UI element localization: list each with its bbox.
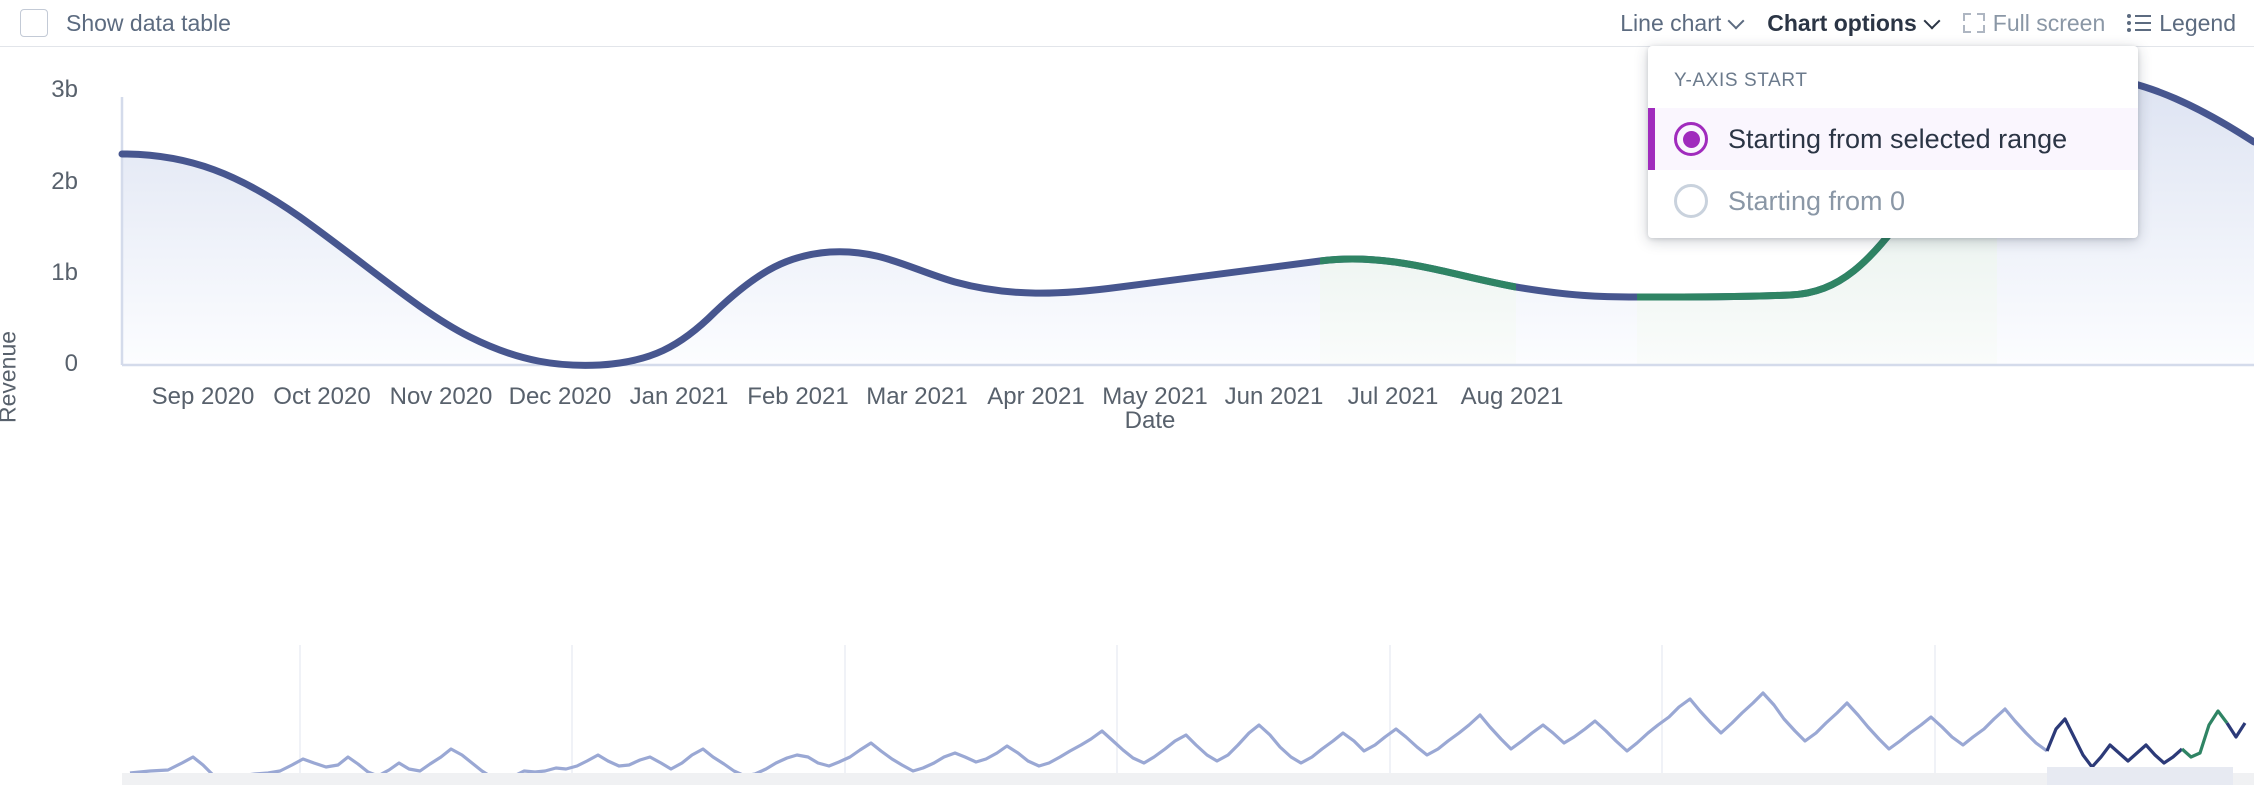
dropdown-title: Y-AXIS START (1648, 46, 2138, 108)
x-tick: Jun 2021 (1225, 383, 1324, 411)
full-screen-icon (1963, 12, 1985, 34)
chevron-down-icon (1729, 15, 1745, 31)
y-axis-ticks: 3b 2b 1b 0 (30, 47, 78, 647)
option-starting-from-zero[interactable]: Starting from 0 (1648, 170, 2138, 232)
x-tick: Apr 2021 (987, 383, 1084, 411)
y-tick: 2b (51, 168, 78, 196)
radio-icon (1674, 122, 1708, 156)
x-tick: Oct 2020 (273, 383, 370, 411)
x-tick: Jul 2021 (1348, 383, 1439, 411)
minimap-selection-highlight (2047, 767, 2233, 785)
full-screen-label: Full screen (1993, 10, 2105, 37)
full-screen-button[interactable]: Full screen (1963, 10, 2105, 37)
x-tick: Feb 2021 (747, 383, 848, 411)
minimap-selected-green (2182, 711, 2227, 757)
chart-toolbar: Show data table Line chart Chart options… (0, 0, 2254, 47)
x-tick: Aug 2021 (1461, 383, 1564, 411)
x-tick: Nov 2020 (390, 383, 493, 411)
y-tick: 3b (51, 76, 78, 104)
legend-label: Legend (2159, 10, 2236, 37)
y-tick: 1b (51, 259, 78, 287)
minimap-selected-blue (2047, 719, 2182, 767)
x-tick: Mar 2021 (866, 383, 967, 411)
legend-icon (2127, 14, 2151, 32)
toolbar-left-group: Show data table (0, 9, 231, 37)
legend-button[interactable]: Legend (2127, 10, 2236, 37)
show-data-table-label: Show data table (66, 10, 231, 37)
y-axis-start-dropdown: Y-AXIS START Starting from selected rang… (1648, 46, 2138, 238)
minimap-canvas (0, 645, 2254, 798)
chart-options-button[interactable]: Chart options (1767, 10, 1941, 37)
option-label: Starting from 0 (1728, 186, 1905, 217)
minimap-sparkline (130, 693, 2047, 781)
option-label: Starting from selected range (1728, 124, 2067, 155)
chevron-down-icon (1925, 15, 1941, 31)
x-tick: Sep 2020 (152, 383, 255, 411)
chart-type-selector[interactable]: Line chart (1620, 10, 1745, 37)
y-tick: 0 (65, 350, 78, 378)
x-tick: Dec 2020 (509, 383, 612, 411)
range-selector[interactable]: 2008 2010 2012 2014 2016 2018 2020 (0, 645, 2254, 798)
x-tick: Jan 2021 (630, 383, 729, 411)
chart-panel: Show data table Line chart Chart options… (0, 0, 2254, 798)
chart-type-label: Line chart (1620, 10, 1721, 37)
toolbar-right-group: Line chart Chart options Full screen Leg… (1620, 10, 2254, 37)
y-axis-title: Revenue (0, 331, 22, 423)
chart-options-label: Chart options (1767, 10, 1917, 37)
x-axis-title: Date (1125, 407, 1176, 435)
minimap-selected-tail (2227, 723, 2245, 737)
minimap-baseline (122, 773, 2254, 785)
radio-icon (1674, 184, 1708, 218)
show-data-table-checkbox[interactable] (20, 9, 48, 37)
minimap-gridlines (300, 645, 1935, 783)
option-starting-from-selected-range[interactable]: Starting from selected range (1648, 108, 2138, 170)
